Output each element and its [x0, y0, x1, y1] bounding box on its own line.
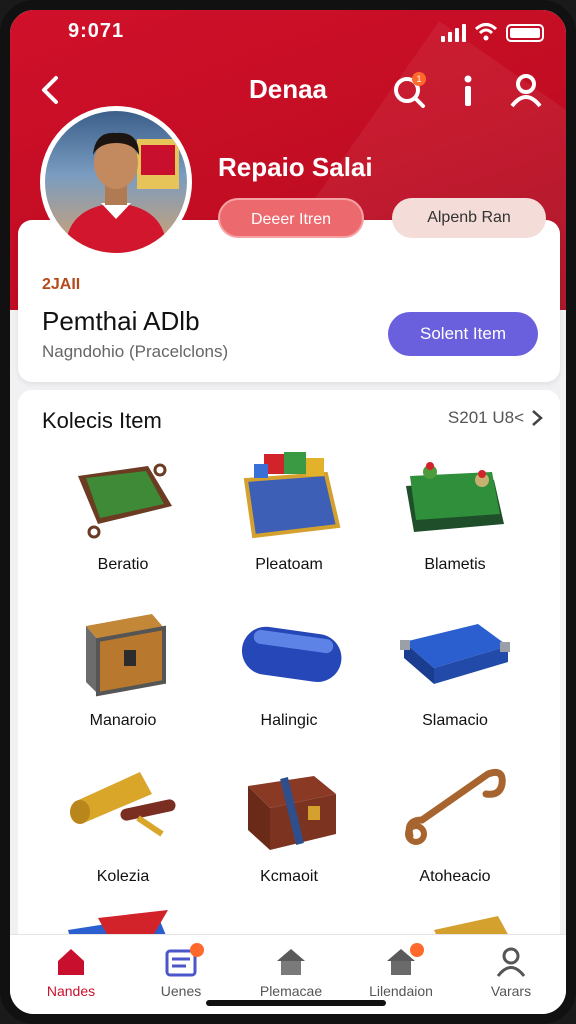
treasure-chest-icon — [86, 614, 166, 697]
tab-house[interactable]: Plemacae — [236, 945, 346, 999]
tab-badge — [410, 943, 424, 957]
item-label: Kolezia — [96, 868, 150, 885]
wifi-icon — [474, 23, 498, 41]
collection-item[interactable]: Halingic — [204, 602, 374, 752]
tab-home[interactable]: Nandes — [16, 945, 126, 999]
item-label: Beratio — [97, 556, 149, 573]
avatar[interactable] — [40, 106, 192, 258]
gold-scroll-icon — [70, 772, 176, 837]
game-table-icon — [406, 462, 504, 532]
collection-title: Kolecis Item — [42, 408, 162, 433]
item-label: Halingic — [260, 712, 318, 729]
search-icon[interactable]: 1 — [388, 68, 432, 112]
tab-store[interactable]: Lilendaion — [346, 943, 456, 999]
blue-tray-icon — [400, 624, 510, 684]
collection-item[interactable]: Kcmaoit — [204, 758, 374, 908]
blue-capsule-icon — [241, 626, 342, 683]
collection-item[interactable]: Atoheacio — [370, 758, 540, 908]
copper-hook-icon — [405, 768, 506, 845]
signal-icon — [441, 24, 466, 42]
leather-bag-icon — [248, 776, 336, 850]
info-subtitle: Nagndohio (Pracelclons) — [42, 342, 229, 361]
store-icon — [384, 943, 424, 979]
collection-item[interactable]: Manaroio — [38, 602, 208, 752]
tab-user[interactable]: Varars — [456, 945, 566, 999]
primary-pill-button[interactable]: Deeer Itren — [218, 198, 364, 238]
collection-item[interactable]: Slamacio — [370, 602, 540, 752]
status-bar: 9:071 — [10, 10, 566, 54]
item-label: Blametis — [424, 556, 486, 573]
collection-item[interactable]: Beratio — [38, 446, 208, 596]
tab-badge — [190, 943, 204, 957]
notification-badge: 1 — [412, 72, 426, 86]
home-icon — [54, 945, 88, 979]
collection-item[interactable]: Kolezia — [38, 758, 208, 908]
info-tag: 2JAII — [42, 276, 81, 293]
collection-item[interactable]: Blametis — [370, 446, 540, 596]
collection-panel: Kolecis Item S201 U8< Beratio Pleatoam B… — [18, 390, 560, 970]
item-label: Manaroio — [89, 712, 157, 729]
secondary-pill-button[interactable]: Alpenb Ran — [392, 198, 546, 238]
select-item-button[interactable]: Solent Item — [388, 312, 538, 356]
profile-name: Repaio Salai — [218, 152, 373, 182]
info-icon[interactable] — [446, 68, 490, 112]
item-label: Slamacio — [422, 712, 488, 729]
user-icon — [494, 945, 528, 979]
collection-item[interactable]: Pleatoam — [204, 446, 374, 596]
phone-screen: 9:071 Denaa 1 Repaio Salai Deeer Itren A… — [0, 0, 576, 1024]
item-label: Pleatoam — [255, 556, 323, 573]
home-indicator — [206, 1000, 386, 1006]
chevron-right-icon — [532, 410, 543, 426]
item-label: Kcmaoit — [260, 868, 318, 885]
toy-chest-icon — [243, 452, 341, 539]
house-icon — [274, 945, 308, 979]
info-heading: Pemthai ADlb — [42, 306, 200, 336]
see-all-link[interactable]: S201 U8< — [448, 408, 544, 428]
profile-icon[interactable] — [504, 68, 548, 112]
tab-list[interactable]: Uenes — [126, 943, 236, 999]
list-icon — [164, 943, 204, 979]
item-label: Atoheacio — [419, 868, 491, 885]
green-mat-icon — [78, 463, 172, 539]
battery-icon — [506, 24, 544, 42]
player-photo — [65, 132, 179, 253]
status-time: 9:071 — [68, 20, 125, 42]
